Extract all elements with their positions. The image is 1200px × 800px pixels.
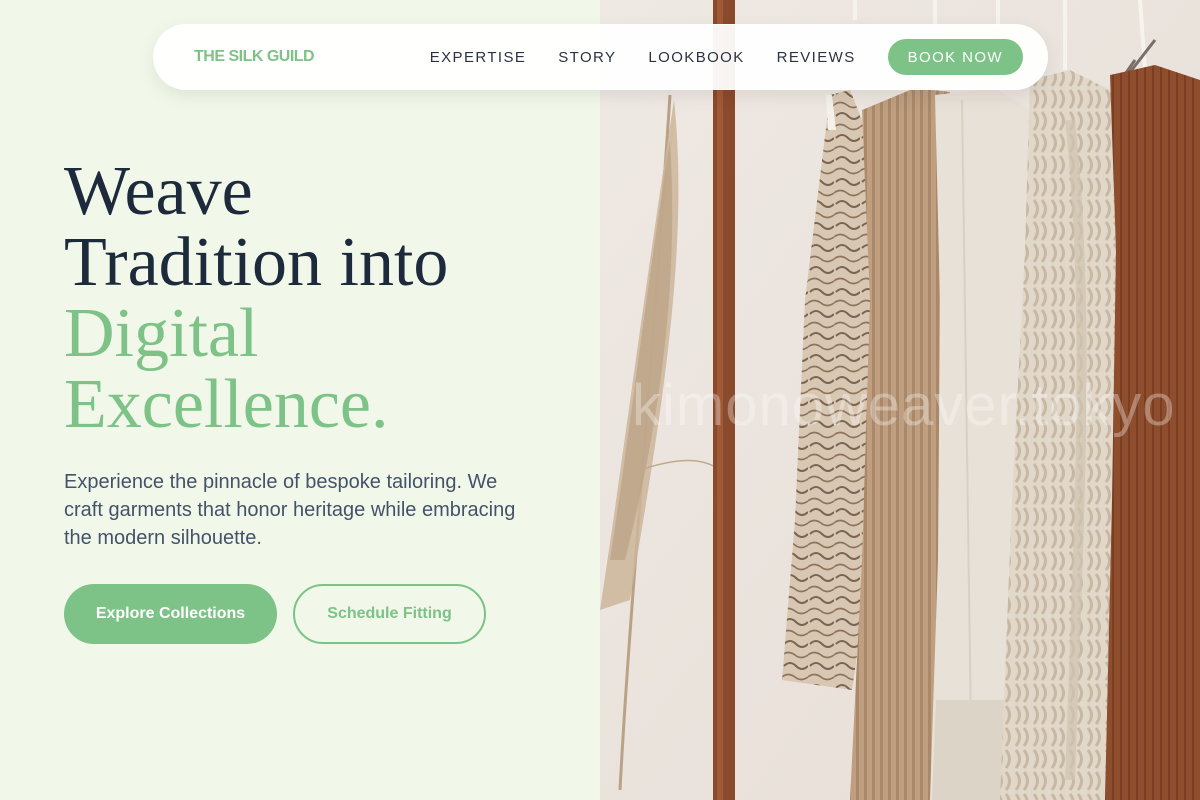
hero-photo: kimonoweaver.tokyo bbox=[600, 0, 1200, 800]
nav-link-lookbook[interactable]: LOOKBOOK bbox=[648, 49, 744, 66]
photo-watermark: kimonoweaver.tokyo bbox=[632, 373, 1176, 438]
nav-links: EXPERTISE STORY LOOKBOOK REVIEWS bbox=[430, 49, 856, 66]
book-now-button[interactable]: BOOK NOW bbox=[887, 39, 1023, 75]
brand-logo[interactable]: THE SILK GUILD bbox=[194, 48, 315, 66]
hero-description: Experience the pinnacle of bespoke tailo… bbox=[64, 471, 516, 549]
hero-title-accent-line-1: Digital bbox=[64, 295, 259, 372]
hero-title: Weave Tradition into Digital Excellence. bbox=[64, 156, 564, 440]
nav-link-expertise[interactable]: EXPERTISE bbox=[430, 49, 527, 66]
schedule-fitting-button[interactable]: Schedule Fitting bbox=[293, 584, 486, 644]
nav-link-story[interactable]: STORY bbox=[558, 49, 616, 66]
hero-title-line-1: Weave bbox=[64, 153, 253, 230]
page: Weave Tradition into Digital Excellence.… bbox=[0, 0, 1200, 800]
hero-title-line-2: Tradition into bbox=[64, 224, 449, 301]
hero-left-panel: Weave Tradition into Digital Excellence.… bbox=[0, 0, 600, 800]
top-navbar: THE SILK GUILD EXPERTISE STORY LOOKBOOK … bbox=[153, 24, 1048, 90]
explore-collections-button[interactable]: Explore Collections bbox=[64, 584, 277, 644]
nav-link-reviews[interactable]: REVIEWS bbox=[777, 49, 856, 66]
hero-title-accent-line-2: Excellence. bbox=[64, 366, 389, 443]
